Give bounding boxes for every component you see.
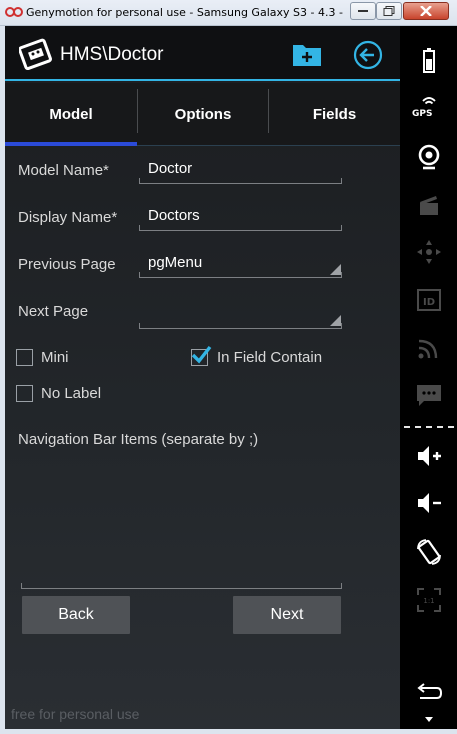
no-label-checkbox[interactable]	[16, 385, 33, 402]
id-icon[interactable]: ID	[414, 285, 444, 315]
genymotion-sidebar: GPS ID 1:1	[400, 26, 457, 729]
android-screen: HMS\Doctor Model Options Fields Model Na…	[5, 26, 400, 729]
tab-options[interactable]: Options	[137, 83, 269, 146]
in-field-contain-checkbox[interactable]	[191, 345, 212, 366]
model-name-value: Doctor	[148, 160, 193, 177]
webcam-icon[interactable]	[414, 142, 444, 172]
window-titlebar: Genymotion for personal use - Samsung Ga…	[0, 0, 457, 26]
mini-label: Mini	[41, 349, 69, 366]
app-logo-icon	[19, 38, 52, 70]
volume-down-icon[interactable]	[414, 488, 444, 518]
gps-label: GPS	[412, 109, 433, 119]
display-name-label: Display Name*	[18, 209, 118, 226]
rotate-icon[interactable]	[414, 537, 444, 567]
close-window-button[interactable]	[403, 2, 449, 20]
minimize-icon	[358, 10, 368, 12]
window-title: Genymotion for personal use - Samsung Ga…	[26, 6, 343, 19]
android-back-icon[interactable]	[414, 678, 444, 708]
next-page-label: Next Page	[18, 303, 89, 320]
next-button[interactable]: Next	[233, 596, 341, 634]
app-title: HMS\Doctor	[60, 44, 164, 65]
back-arrow-icon[interactable]	[353, 40, 383, 70]
svg-text:ID: ID	[423, 297, 435, 308]
mini-checkbox[interactable]	[16, 349, 33, 366]
window-frame-bottom	[0, 729, 457, 734]
display-name-input[interactable]: Doctors	[139, 201, 342, 231]
svg-text:1:1: 1:1	[423, 597, 434, 605]
sms-icon[interactable]	[414, 380, 444, 410]
battery-icon[interactable]	[414, 46, 444, 76]
checkmark-icon	[191, 345, 212, 364]
watermark-text: free for personal use	[11, 706, 140, 722]
in-field-contain-label: In Field Contain	[217, 349, 323, 366]
previous-page-spinner[interactable]: pgMenu	[139, 248, 342, 278]
spinner-dropdown-icon	[330, 315, 341, 326]
genymotion-logo-icon	[5, 7, 23, 17]
tab-bar: Model Options Fields	[5, 83, 400, 146]
new-folder-icon[interactable]	[292, 41, 322, 67]
model-name-input[interactable]: Doctor	[139, 154, 342, 184]
nav-bar-items-label: Navigation Bar Items (separate by ;)	[18, 431, 259, 448]
tab-fields[interactable]: Fields	[269, 83, 400, 146]
maximize-button[interactable]	[376, 2, 402, 20]
spinner-dropdown-icon	[330, 264, 341, 275]
scale-icon[interactable]: 1:1	[414, 585, 444, 615]
close-icon	[420, 6, 432, 16]
previous-page-value: pgMenu	[148, 254, 203, 271]
maximize-icon	[383, 6, 395, 16]
clapper-icon[interactable]	[414, 190, 444, 220]
sidebar-divider	[404, 426, 454, 428]
rss-icon[interactable]	[414, 333, 444, 363]
action-bar: HMS\Doctor	[5, 26, 400, 81]
display-name-value: Doctors	[148, 207, 200, 224]
tab-model[interactable]: Model	[5, 83, 137, 146]
next-page-spinner[interactable]	[139, 299, 342, 329]
nav-bar-items-input[interactable]	[21, 583, 342, 589]
selected-tab-indicator	[5, 142, 137, 146]
volume-up-icon[interactable]	[414, 441, 444, 471]
minimize-button[interactable]	[350, 2, 376, 20]
dpad-icon[interactable]	[414, 237, 444, 267]
menu-arrow-icon[interactable]	[414, 712, 444, 726]
previous-page-label: Previous Page	[18, 256, 116, 273]
model-name-label: Model Name*	[18, 162, 109, 179]
no-label-label: No Label	[41, 385, 102, 402]
back-button[interactable]: Back	[22, 596, 130, 634]
